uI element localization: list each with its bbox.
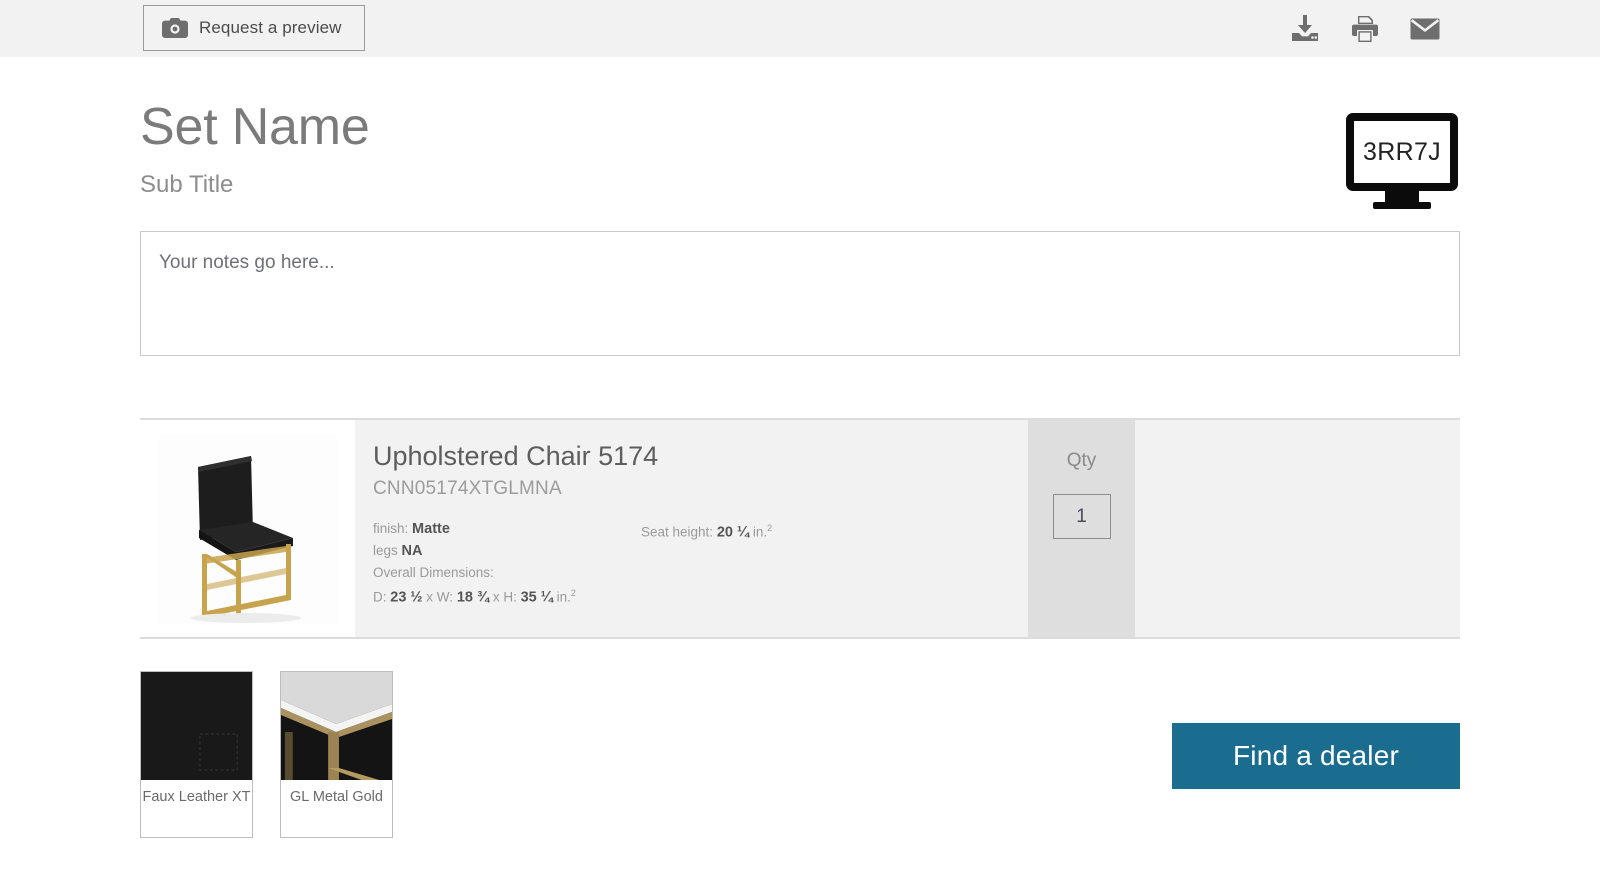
dim-d-value: 23 ½	[390, 589, 423, 606]
seat-height-unit: in.	[752, 524, 768, 540]
dim-d-label: D:	[373, 589, 387, 605]
code-badge: 3RR7J	[1346, 113, 1458, 209]
camera-icon	[162, 18, 188, 38]
dim-w-label: W:	[436, 589, 454, 605]
request-preview-button[interactable]: Request a preview	[143, 5, 365, 51]
dimensions-values: D: 23 ½ x W: 18 ¾ x H: 35 ¼ in.2	[373, 583, 641, 609]
spec-seat-height: Seat height: 20 ¼ in.2	[641, 518, 772, 544]
monitor-icon: 3RR7J	[1346, 113, 1458, 191]
product-info-cell: Upholstered Chair 5174 CNN05174XTGLMNA f…	[355, 420, 1028, 637]
download-icon[interactable]	[1290, 14, 1320, 44]
dim-unit: in.	[556, 589, 571, 605]
product-image	[157, 433, 338, 624]
spec-finish-value: Matte	[412, 520, 450, 537]
find-dealer-button[interactable]: Find a dealer	[1172, 723, 1460, 789]
spec-legs-value: NA	[401, 542, 423, 559]
page-body: Set Name Sub Title 3RR7J Your notes go h…	[0, 57, 1600, 838]
set-code: 3RR7J	[1363, 137, 1441, 166]
seat-height-sup: 2	[767, 522, 773, 533]
quantity-cell: Qty	[1028, 420, 1135, 637]
dim-h-label: H:	[503, 589, 517, 605]
quantity-input[interactable]	[1052, 494, 1111, 539]
product-sku: CNN05174XTGLMNA	[373, 477, 562, 499]
dim-sep-1: x	[426, 589, 434, 605]
spec-finish-label: finish:	[373, 520, 409, 536]
swatch-label: GL Metal Gold	[290, 789, 383, 805]
page-title: Set Name	[140, 98, 370, 156]
dim-w-value: 18 ¾	[456, 589, 490, 606]
heading-section: Set Name Sub Title 3RR7J	[140, 57, 1460, 209]
page-subtitle: Sub Title	[140, 171, 234, 198]
dim-unit-sup: 2	[570, 587, 576, 598]
seat-height-label: Seat height:	[641, 524, 714, 540]
content-container: Set Name Sub Title 3RR7J Your notes go h…	[140, 57, 1460, 838]
specs-column-right: Seat height: 20 ¼ in.2	[641, 518, 772, 609]
quantity-label: Qty	[1066, 450, 1097, 471]
dim-sep-2: x	[492, 589, 500, 605]
swatch-label: Faux Leather XT	[142, 789, 251, 805]
swatch-item[interactable]: Faux Leather XT	[140, 671, 253, 838]
product-specs: finish: Matte legs NA Overall Dimensions…	[373, 518, 1028, 609]
swatch-image-gl-metal-gold	[281, 672, 392, 780]
monitor-base	[1373, 202, 1431, 209]
spec-finish: finish: Matte	[373, 518, 641, 540]
monitor-neck	[1385, 191, 1419, 202]
product-row: Upholstered Chair 5174 CNN05174XTGLMNA f…	[140, 418, 1460, 639]
specs-column-left: finish: Matte legs NA Overall Dimensions…	[373, 518, 641, 609]
print-icon[interactable]	[1350, 14, 1380, 44]
email-icon[interactable]	[1410, 14, 1440, 44]
spec-legs-label: legs	[373, 542, 398, 558]
product-image-cell	[140, 420, 355, 637]
swatch-item[interactable]: GL Metal Gold	[280, 671, 393, 838]
product-title: Upholstered Chair 5174	[373, 441, 659, 471]
swatch-image-faux-leather	[141, 672, 252, 780]
notes-input[interactable]	[140, 231, 1460, 356]
request-preview-label: Request a preview	[199, 18, 342, 37]
swatch-list: Faux Leather XT GL Metal Gold Find a dea…	[140, 671, 1460, 838]
dim-h-value: 35 ¼	[520, 589, 553, 606]
toolbar-icon-group	[1290, 0, 1440, 57]
seat-height-value: 20 ¼	[716, 524, 750, 541]
product-row-spacer	[1135, 420, 1460, 637]
spec-legs: legs NA	[373, 540, 641, 562]
top-toolbar: Request a preview	[0, 0, 1600, 57]
dimensions-heading: Overall Dimensions:	[373, 564, 494, 580]
